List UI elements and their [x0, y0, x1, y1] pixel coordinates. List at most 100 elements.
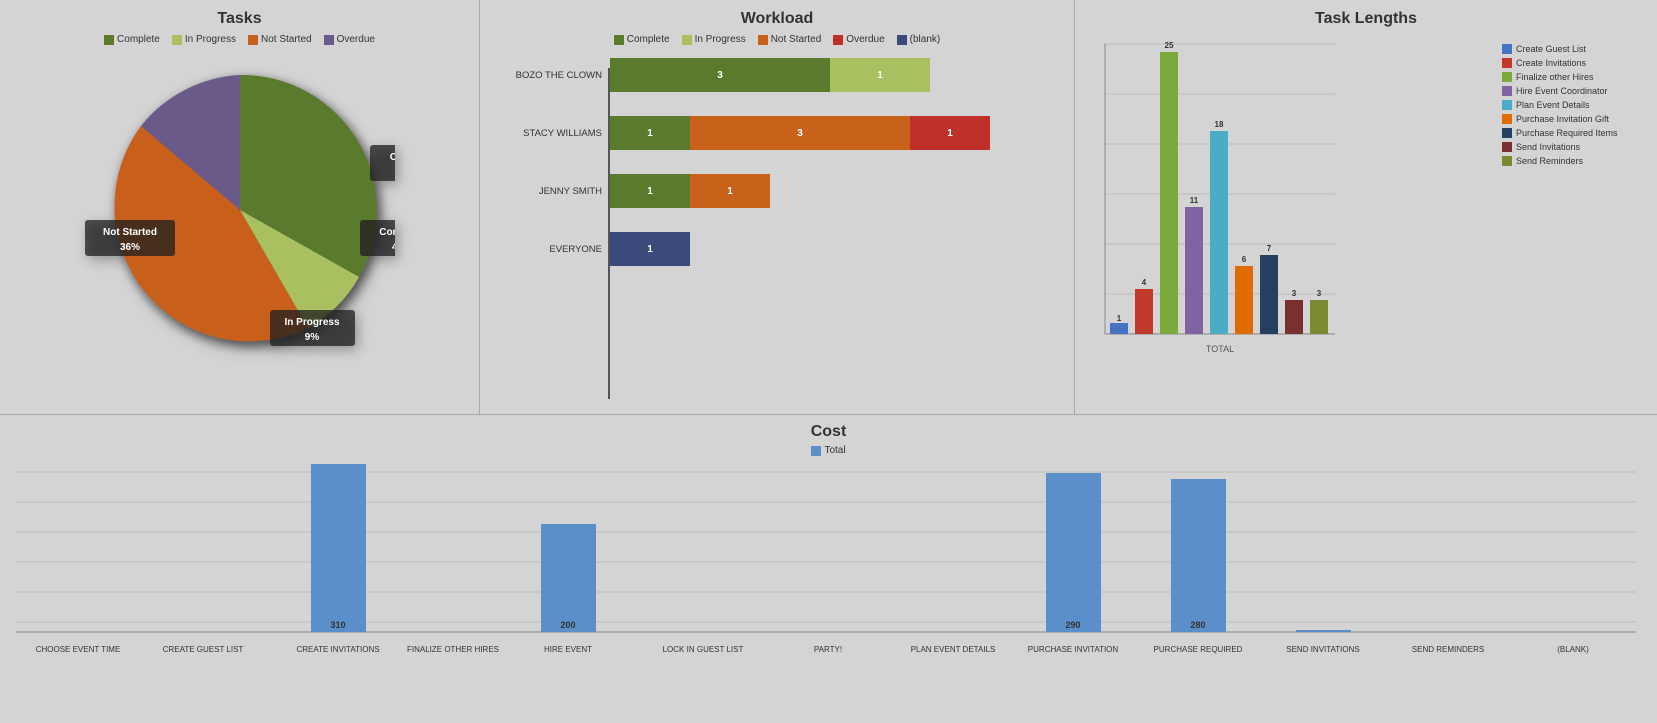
- tl-legend-purchase-gift-label: Purchase Invitation Gift: [1516, 114, 1609, 124]
- svg-text:1: 1: [1117, 314, 1122, 323]
- dashboard: Tasks Complete In Progress Not Started O…: [0, 0, 1657, 723]
- svg-text:9%: 9%: [304, 332, 319, 343]
- cost-chart-svg: CHOOSE EVENT TIME CREATE GUEST LIST 310 …: [16, 462, 1636, 662]
- tl-legend-create-guest-dot: [1502, 44, 1512, 54]
- pie-container: Overdue 9% Complete 46% Not Started 36% …: [10, 55, 469, 365]
- tl-legend-purchase-gift-dot: [1502, 114, 1512, 124]
- tl-bar-send-invitations: [1285, 300, 1303, 334]
- everyone-bar-1: 1: [610, 232, 690, 266]
- tl-bar-send-reminders: [1310, 300, 1328, 334]
- svg-text:SEND REMINDERS: SEND REMINDERS: [1412, 645, 1484, 654]
- task-lengths-legend: Create Guest List Create Invitations Fin…: [1492, 34, 1647, 374]
- tl-legend-send-inv-dot: [1502, 142, 1512, 152]
- svg-text:4: 4: [1142, 278, 1147, 287]
- tl-legend-finalize: Finalize other Hires: [1502, 72, 1647, 82]
- top-row: Tasks Complete In Progress Not Started O…: [0, 0, 1657, 415]
- svg-text:Complete: Complete: [379, 227, 395, 238]
- tl-legend-purchase-req-dot: [1502, 128, 1512, 138]
- svg-text:Not Started: Not Started: [103, 227, 157, 238]
- complete-dot: [104, 35, 114, 45]
- tl-bar-create-invitations: [1135, 289, 1153, 334]
- svg-text:7: 7: [1267, 244, 1272, 253]
- svg-text:(BLANK): (BLANK): [1557, 645, 1589, 654]
- tasks-title: Tasks: [10, 10, 469, 28]
- svg-text:PURCHASE REQUIRED: PURCHASE REQUIRED: [1154, 645, 1243, 654]
- wl-blank-label: (blank): [910, 34, 941, 45]
- wl-inprogress-dot: [682, 35, 692, 45]
- svg-text:Overdue: Overdue: [389, 152, 394, 163]
- stacy-bar-3: 1: [910, 116, 990, 150]
- tl-bar-create-guest-list: [1110, 323, 1128, 334]
- legend-complete: Complete: [104, 34, 160, 45]
- tl-legend-purchase-req: Purchase Required Items: [1502, 128, 1647, 138]
- tl-x-axis-label: TOTAL: [1206, 344, 1234, 354]
- everyone-label: EVERYONE: [500, 244, 610, 255]
- tl-legend-send-rem-label: Send Reminders: [1516, 156, 1583, 166]
- svg-text:25: 25: [1165, 41, 1174, 50]
- wl-notstarted-label: Not Started: [771, 34, 822, 45]
- tl-legend-hire-coord: Hire Event Coordinator: [1502, 86, 1647, 96]
- svg-text:36%: 36%: [119, 242, 139, 253]
- workload-axis: [608, 68, 610, 399]
- cost-legend: Total: [16, 445, 1641, 456]
- svg-text:HIRE EVENT: HIRE EVENT: [544, 645, 592, 654]
- jenny-bar-2: 1: [690, 174, 770, 208]
- task-lengths-title: Task Lengths: [1085, 10, 1647, 28]
- tl-bar-hire-event: [1185, 207, 1203, 334]
- svg-text:3: 3: [1317, 289, 1322, 298]
- stacy-bar-1: 1: [610, 116, 690, 150]
- tl-legend-purchase-req-label: Purchase Required Items: [1516, 128, 1618, 138]
- notstarted-label: Not Started: [261, 34, 312, 45]
- workload-row-stacy: STACY WILLIAMS 1 3 1: [500, 109, 1064, 157]
- svg-text:PLAN EVENT DETAILS: PLAN EVENT DETAILS: [911, 645, 996, 654]
- svg-text:46%: 46%: [391, 242, 394, 253]
- svg-text:CREATE INVITATIONS: CREATE INVITATIONS: [296, 645, 379, 654]
- wl-blank-dot: [897, 35, 907, 45]
- svg-text:3: 3: [1292, 289, 1297, 298]
- notstarted-dot: [248, 35, 258, 45]
- task-lengths-panel: Task Lengths: [1075, 0, 1657, 414]
- wl-legend-blank: (blank): [897, 34, 941, 45]
- tl-bar-finalize-hires: [1160, 52, 1178, 334]
- tl-legend-send-rem: Send Reminders: [1502, 156, 1647, 166]
- tl-legend-plan-event-dot: [1502, 100, 1512, 110]
- workload-title: Workload: [490, 10, 1064, 28]
- svg-text:LOCK IN GUEST LIST: LOCK IN GUEST LIST: [663, 645, 744, 654]
- wl-overdue-label: Overdue: [846, 34, 884, 45]
- wl-complete-label: Complete: [627, 34, 670, 45]
- bozo-bar-1: 3: [610, 58, 830, 92]
- tl-legend-send-inv-label: Send Invitations: [1516, 142, 1580, 152]
- wl-complete-dot: [614, 35, 624, 45]
- inprogress-dot: [172, 35, 182, 45]
- cost-bar-hire-event: [541, 524, 596, 632]
- svg-text:290: 290: [1065, 620, 1080, 630]
- svg-text:CHOOSE EVENT TIME: CHOOSE EVENT TIME: [36, 645, 121, 654]
- wl-legend-notstarted: Not Started: [758, 34, 822, 45]
- wl-legend-complete: Complete: [614, 34, 670, 45]
- stacy-bar-2: 3: [690, 116, 910, 150]
- cost-bar-create-inv: [311, 464, 366, 632]
- wl-legend-inprogress: In Progress: [682, 34, 746, 45]
- tl-bar-purchase-required: [1260, 255, 1278, 334]
- cost-chart-container: CHOOSE EVENT TIME CREATE GUEST LIST 310 …: [16, 462, 1641, 662]
- svg-text:6: 6: [1242, 255, 1247, 264]
- overdue-dot: [324, 35, 334, 45]
- legend-inprogress: In Progress: [172, 34, 236, 45]
- cost-title: Cost: [16, 423, 1641, 441]
- task-lengths-bars-container: 1 4 25 11 18: [1085, 34, 1492, 374]
- tl-legend-finalize-dot: [1502, 72, 1512, 82]
- legend-notstarted: Not Started: [248, 34, 312, 45]
- overdue-label: Overdue: [337, 34, 375, 45]
- everyone-bars: 1: [610, 232, 690, 266]
- jenny-bars: 1 1: [610, 174, 770, 208]
- svg-text:CREATE GUEST LIST: CREATE GUEST LIST: [163, 645, 244, 654]
- svg-text:SEND INVITATIONS: SEND INVITATIONS: [1286, 645, 1360, 654]
- cost-total-dot: [811, 446, 821, 456]
- bozo-label: BOZO THE CLOWN: [500, 70, 610, 81]
- tl-legend-create-inv: Create Invitations: [1502, 58, 1647, 68]
- cost-bar-purchase-inv: [1046, 473, 1101, 632]
- workload-panel: Workload Complete In Progress Not Starte…: [480, 0, 1075, 414]
- legend-overdue: Overdue: [324, 34, 375, 45]
- task-lengths-svg: 1 4 25 11 18: [1085, 34, 1345, 364]
- svg-text:280: 280: [1190, 620, 1205, 630]
